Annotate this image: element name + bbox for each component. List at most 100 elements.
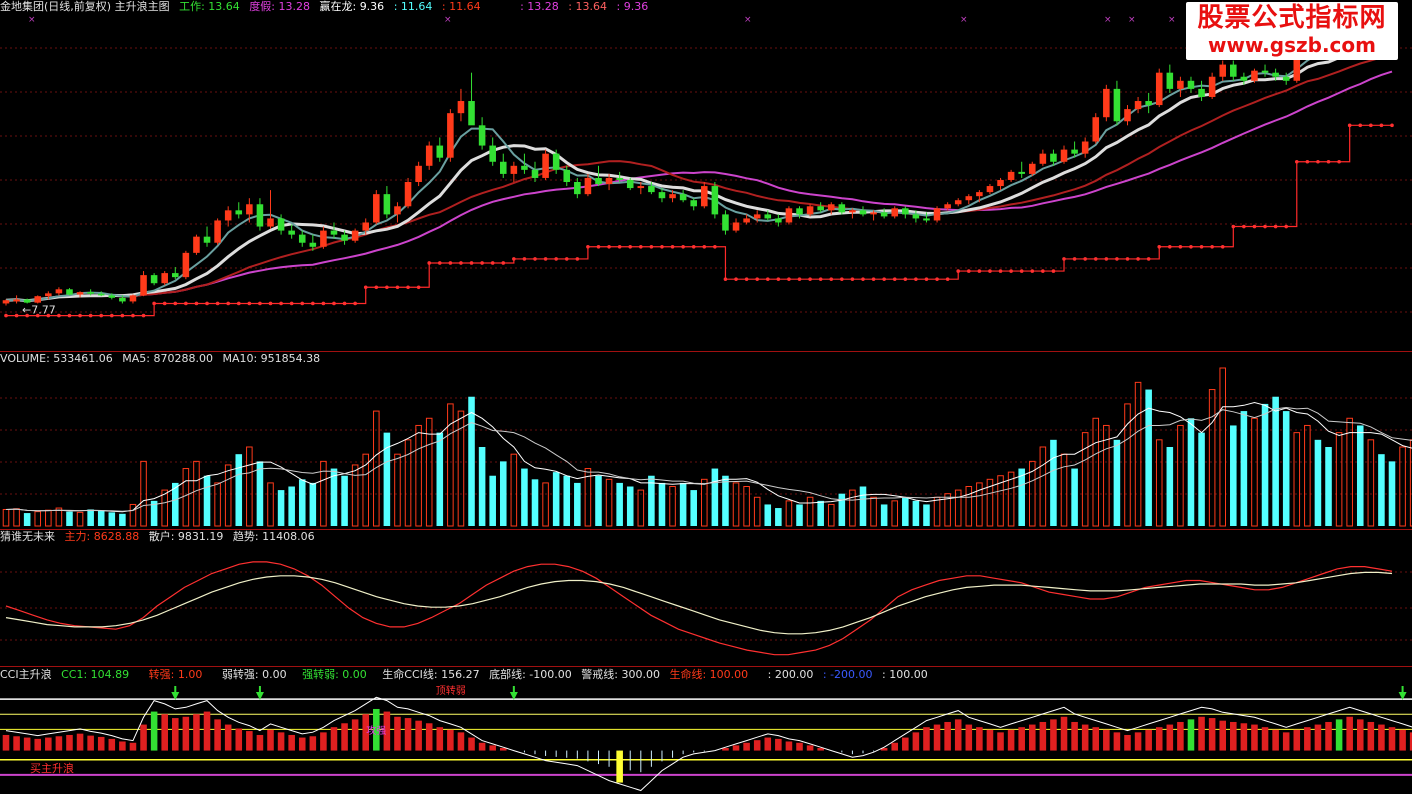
cci-bar — [1335, 719, 1343, 751]
cci-bar — [1134, 732, 1142, 751]
candle-body — [1060, 149, 1068, 162]
cci-bar — [214, 719, 221, 751]
candle-body — [521, 165, 528, 170]
stoploss-dot — [1062, 257, 1066, 261]
candle-body — [849, 210, 856, 213]
cci-bar — [341, 723, 348, 751]
stoploss-dot — [935, 277, 939, 281]
volume-bar — [817, 500, 824, 526]
stoploss-dot — [385, 285, 389, 290]
cci-bar — [764, 737, 772, 751]
stoploss-dot — [1125, 257, 1130, 261]
candle-body — [108, 295, 116, 298]
volume-bar — [436, 432, 444, 526]
volume-bar — [1134, 381, 1142, 527]
stoploss-dot — [1072, 257, 1077, 261]
candle-body — [13, 299, 20, 302]
cci-bar — [796, 742, 803, 751]
stoploss-dot — [914, 277, 918, 281]
cci-bar — [23, 737, 31, 751]
volume-bar — [119, 513, 126, 526]
stoploss-dot — [512, 257, 516, 261]
candle-body — [1155, 72, 1163, 106]
cci-bar — [1282, 732, 1290, 751]
cci-bar — [1177, 721, 1184, 751]
stoploss-dot — [575, 257, 580, 261]
volume-bar — [468, 396, 475, 526]
stoploss-dot — [596, 244, 601, 249]
volume-bar — [1325, 447, 1332, 526]
volume-bar — [1272, 396, 1279, 526]
cci-bar — [954, 719, 962, 751]
volume-bar — [563, 475, 571, 526]
stoploss-dot — [141, 313, 146, 318]
stoploss-dot — [321, 301, 326, 306]
stoploss-dot — [173, 301, 178, 306]
volume-bar — [404, 439, 412, 527]
cci-bar — [66, 734, 73, 751]
stoploss-dot — [311, 301, 315, 306]
stoploss-dot — [607, 244, 611, 249]
stoploss-dot — [871, 277, 876, 281]
volume-bar — [711, 468, 719, 526]
stoploss-dot — [501, 261, 506, 265]
volume-bar — [76, 511, 84, 527]
candle-body — [626, 179, 634, 189]
volume-bar — [605, 478, 613, 527]
stoploss-dot — [1019, 269, 1024, 273]
candle-body — [679, 194, 687, 201]
candle-body — [172, 273, 179, 278]
cci-bar — [1050, 719, 1057, 751]
stoploss-dot — [236, 301, 241, 306]
candle-body — [457, 101, 465, 114]
cci-bar — [13, 736, 20, 751]
candle-body — [246, 204, 253, 215]
candle-body — [1166, 72, 1174, 89]
volume-bar — [499, 461, 507, 526]
volume-bar — [351, 464, 359, 527]
candle-body — [510, 165, 518, 174]
stoploss-dot — [67, 313, 72, 318]
volume-bar — [108, 512, 116, 526]
volume-bar — [34, 511, 42, 527]
stoploss-dot — [681, 244, 685, 249]
candle-body — [648, 186, 655, 193]
candle-body — [658, 192, 666, 199]
stoploss-dot — [776, 277, 781, 281]
volume-bar — [595, 475, 602, 526]
volume-bar — [1314, 439, 1322, 526]
volume-bar — [891, 500, 899, 527]
stoploss-dot — [374, 285, 379, 290]
cci-bar — [785, 741, 793, 751]
volume-bar — [161, 489, 168, 527]
cci-bar — [1314, 724, 1322, 751]
candle-body — [383, 194, 391, 215]
candle-body — [637, 186, 645, 189]
candle-body — [785, 208, 793, 223]
cci-bar — [1293, 729, 1301, 751]
volume-bar — [775, 508, 782, 526]
stoploss-dot — [1273, 224, 1278, 229]
cci-bar — [288, 734, 295, 751]
cci-bar — [320, 732, 327, 751]
candle-body — [690, 200, 697, 207]
stoploss-dot — [258, 301, 262, 306]
stoploss-dot — [617, 244, 622, 249]
top-x-mark: × — [1104, 15, 1112, 25]
cci-bar — [1092, 727, 1100, 751]
cci-bar — [172, 718, 179, 751]
stoploss-dot — [818, 277, 823, 281]
candle-body — [1219, 64, 1226, 77]
volume-bar — [267, 482, 274, 527]
volume-bar — [1208, 389, 1216, 527]
stoploss-dot — [342, 301, 347, 306]
cci-bar — [267, 729, 274, 751]
stoploss-dot — [78, 313, 82, 318]
cci-bar — [415, 720, 422, 751]
top-x-mark: × — [28, 15, 36, 25]
stoploss-dot — [945, 277, 950, 281]
cci-bar — [182, 716, 190, 751]
volume-bar — [13, 508, 20, 527]
volume-bar — [298, 479, 306, 526]
volume-bar — [880, 504, 888, 526]
